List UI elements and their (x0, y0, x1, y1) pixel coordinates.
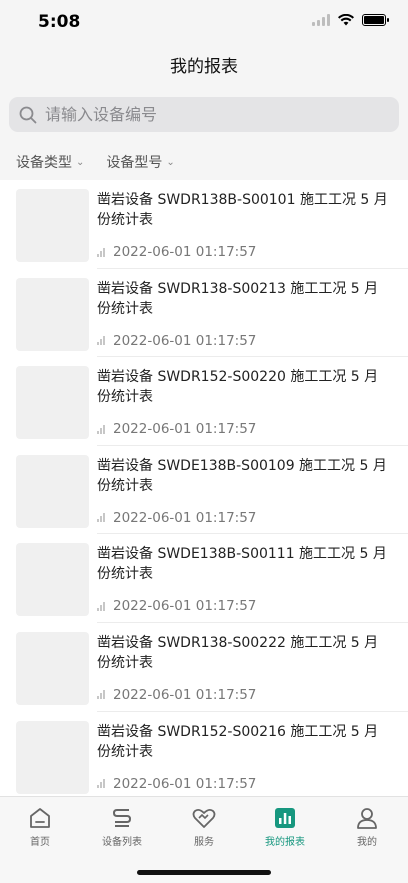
list-item[interactable]: 凿岩设备 SWDE138B-S00109 施工工况 5 月份统计表 2022-0… (0, 446, 408, 535)
report-title: 凿岩设备 SWDE138B-S00109 施工工况 5 月份统计表 (97, 457, 387, 494)
tab-device-list[interactable]: 设备列表 (87, 807, 157, 848)
bar-chart-icon (97, 247, 105, 257)
list-item[interactable]: 凿岩设备 SWDE138B-S00111 施工工况 5 月份统计表 2022-0… (0, 534, 408, 623)
report-date: 2022-06-01 01:17:57 (113, 598, 257, 615)
bar-chart-icon (97, 601, 105, 611)
bar-chart-icon (97, 513, 105, 523)
search-bar[interactable] (9, 97, 399, 132)
tab-service[interactable]: 服务 (169, 807, 239, 848)
report-date: 2022-06-01 01:17:57 (113, 686, 257, 703)
service-icon (192, 808, 216, 828)
report-title: 凿岩设备 SWDR152-S00216 施工工况 5 月份统计表 (97, 723, 379, 760)
report-thumbnail (16, 543, 89, 617)
report-thumbnail (16, 454, 89, 528)
report-title: 凿岩设备 SWDR138B-S00101 施工工况 5 月份统计表 (97, 192, 388, 228)
tab-label: 设备列表 (102, 837, 142, 848)
battery-icon (362, 14, 389, 26)
report-title: 凿岩设备 SWDE138B-S00111 施工工况 5 月份统计表 (97, 546, 387, 583)
report-thumbnail (16, 366, 89, 440)
list-item[interactable]: 凿岩设备 SWDR152-S00216 施工工况 5 月份统计表 2022-06… (0, 712, 408, 796)
report-thumbnail (16, 189, 89, 262)
filter-device-type[interactable]: 设备类型 ⌄ (16, 152, 84, 172)
tab-bar: 首页 设备列表 服务 我的报表 我的 (0, 796, 408, 883)
report-date-row: 2022-06-01 01:17:57 (97, 244, 256, 260)
report-date-row: 2022-06-01 01:17:57 (97, 687, 256, 703)
device-list-icon (112, 809, 132, 827)
tab-label: 我的报表 (265, 837, 305, 848)
profile-icon (357, 808, 377, 829)
list-item[interactable]: 凿岩设备 SWDR138-S00222 施工工况 5 月份统计表 2022-06… (0, 623, 408, 712)
list-item[interactable]: 凿岩设备 SWDR152-S00220 施工工况 5 月份统计表 2022-06… (0, 357, 408, 446)
report-date-row: 2022-06-01 01:17:57 (97, 333, 256, 349)
bar-chart-icon (97, 336, 105, 346)
tab-home[interactable]: 首页 (5, 807, 75, 848)
status-bar: 5:08 (0, 0, 408, 44)
wifi-icon (338, 14, 354, 26)
report-date-row: 2022-06-01 01:17:57 (97, 510, 256, 526)
chevron-down-icon: ⌄ (76, 156, 85, 168)
report-icon (275, 808, 295, 828)
report-title: 凿岩设备 SWDR138-S00213 施工工况 5 月份统计表 (97, 280, 379, 317)
search-icon (19, 106, 37, 123)
tab-label: 服务 (194, 837, 214, 848)
home-indicator (137, 870, 271, 875)
report-thumbnail (16, 720, 89, 794)
bar-chart-icon (97, 690, 105, 700)
tab-label: 首页 (30, 837, 50, 848)
list-item[interactable]: 凿岩设备 SWDR138B-S00101 施工工况 5 月份统计表 2022-0… (0, 180, 408, 269)
report-date: 2022-06-01 01:17:57 (113, 509, 257, 526)
report-date-row: 2022-06-01 01:17:57 (97, 598, 256, 614)
report-date: 2022-06-01 01:17:57 (113, 421, 257, 438)
page-title: 我的报表 (170, 57, 238, 77)
report-list: 凿岩设备 SWDR138B-S00101 施工工况 5 月份统计表 2022-0… (0, 180, 408, 796)
report-thumbnail (16, 631, 89, 705)
home-icon (30, 808, 50, 828)
tab-my-reports[interactable]: 我的报表 (250, 807, 320, 848)
filter-label: 设备型号 (106, 155, 163, 171)
status-time: 5:08 (38, 12, 81, 32)
report-date-row: 2022-06-01 01:17:57 (97, 776, 256, 792)
report-title: 凿岩设备 SWDR138-S00222 施工工况 5 月份统计表 (97, 634, 379, 671)
chevron-down-icon: ⌄ (166, 156, 175, 168)
filter-label: 设备类型 (16, 155, 72, 171)
report-thumbnail (16, 277, 89, 351)
status-icons (312, 14, 389, 26)
tab-label: 我的 (357, 837, 377, 848)
search-input[interactable] (45, 105, 365, 124)
bar-chart-icon (97, 779, 105, 789)
report-date-row: 2022-06-01 01:17:57 (97, 421, 256, 437)
report-date: 2022-06-01 01:17:57 (113, 332, 257, 349)
report-date: 2022-06-01 01:17:57 (113, 244, 257, 260)
list-item[interactable]: 凿岩设备 SWDR138-S00213 施工工况 5 月份统计表 2022-06… (0, 269, 408, 358)
filter-bar: 设备类型 ⌄ 设备型号 ⌄ (16, 152, 175, 172)
report-title: 凿岩设备 SWDR152-S00220 施工工况 5 月份统计表 (97, 369, 379, 406)
tab-profile[interactable]: 我的 (332, 807, 402, 848)
cellular-signal-icon (312, 14, 330, 26)
bar-chart-icon (97, 424, 105, 434)
filter-device-model[interactable]: 设备型号 ⌄ (106, 152, 174, 172)
report-date: 2022-06-01 01:17:57 (113, 775, 257, 792)
